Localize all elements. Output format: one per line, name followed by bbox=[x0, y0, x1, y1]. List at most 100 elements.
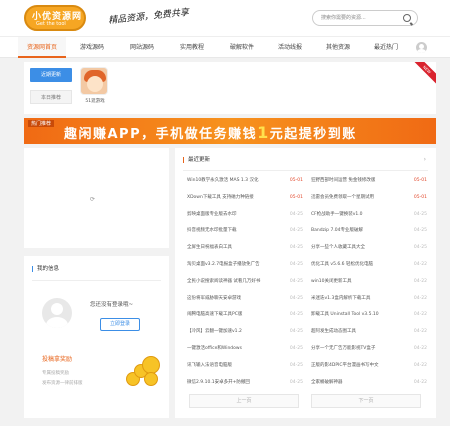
search-input[interactable]: 搜索你需要的资源... bbox=[312, 10, 418, 26]
app-label[interactable]: 51逛游戏 bbox=[80, 98, 110, 104]
item-title[interactable]: 狂野西部时间运营 免金钱修改版 bbox=[311, 176, 403, 185]
reward-line-2: 发布资源一律前排版 bbox=[42, 381, 83, 386]
list-item[interactable]: 卸载工具 Uninstall Tool v3.5.10 04-22 bbox=[311, 310, 429, 319]
reward-line-1: 专属投稿奖励 bbox=[42, 371, 69, 376]
item-title[interactable]: 【冷风】云翻一键加速v1.2 bbox=[187, 327, 279, 336]
nav-item-game-source[interactable]: 游戏源码 bbox=[68, 37, 116, 58]
list-item[interactable]: CF枪战助手一键换装v1.0 04-25 bbox=[311, 210, 429, 219]
item-title[interactable]: win10关闭更新工具 bbox=[311, 277, 403, 286]
nav-item-activities[interactable]: 活动线报 bbox=[266, 37, 314, 58]
list-item[interactable]: 正版的影4DPIC平台漫画书写中文 04-22 bbox=[311, 361, 429, 370]
list-item[interactable]: 微信2.9.10.1安卓多开+防撤回 04-25 bbox=[187, 378, 305, 387]
banner-text-a: 趣闲赚APP，手机做任务赚钱 bbox=[64, 127, 258, 142]
list-item[interactable]: 优化工具 v5.6.6 轻松优化电脑 04-22 bbox=[311, 260, 429, 269]
list-item[interactable]: 分享一个无广告万能影视TV盒子 04-22 bbox=[311, 344, 429, 353]
recent-updates-button[interactable]: 近期更新 bbox=[30, 68, 72, 82]
item-title[interactable]: 闹腾电脑高速下载工具PC版 bbox=[187, 310, 279, 319]
list-item[interactable]: 全屏生日祝福表白工具 04-25 bbox=[187, 243, 305, 252]
search-icon[interactable] bbox=[403, 14, 411, 22]
main-nav: 资源网首页 游戏源码 网站源码 实用教程 破解软件 活动线报 其他资源 最近热门 bbox=[0, 36, 450, 58]
item-title[interactable]: XDown下载工具 支持磁力种链接 bbox=[187, 193, 279, 202]
item-title[interactable]: 微信2.9.10.1安卓多开+防撤回 bbox=[187, 378, 279, 387]
item-title[interactable]: 剪映桌面版专业版去水印 bbox=[187, 210, 279, 219]
user-icon[interactable] bbox=[416, 42, 427, 53]
item-title[interactable]: 一键激活office和Windows bbox=[187, 344, 279, 353]
nav-item-site-source[interactable]: 网站源码 bbox=[118, 37, 166, 58]
item-date: 04-25 bbox=[289, 211, 303, 217]
app-thumbnail[interactable] bbox=[80, 67, 108, 95]
list-item[interactable]: 一键激活office和Windows 04-25 bbox=[187, 344, 305, 353]
item-title[interactable]: 抖音视频无水印批量下载 bbox=[187, 226, 279, 235]
item-date: 04-25 bbox=[289, 362, 303, 368]
item-date: 04-25 bbox=[289, 329, 303, 335]
list-item[interactable]: XDown下载工具 支持磁力种链接 05-01 bbox=[187, 193, 305, 202]
coins-icon bbox=[122, 350, 162, 390]
list-item[interactable]: win10关闭更新工具 04-22 bbox=[311, 277, 429, 286]
item-title[interactable]: 全民小说搜索阅读神器 试看几万好书 bbox=[187, 277, 279, 286]
list-item[interactable]: 【冷风】云翻一键加速v1.2 04-25 bbox=[187, 327, 305, 336]
item-date: 04-22 bbox=[413, 346, 427, 351]
more-arrow-icon[interactable]: › bbox=[424, 156, 426, 163]
loading-spinner-icon: ⟳ bbox=[90, 196, 96, 203]
prev-page-button[interactable]: 上一页 bbox=[189, 394, 299, 408]
list-item[interactable]: 超阿发生成动态图工具 04-22 bbox=[311, 327, 429, 336]
item-title[interactable]: 分享一些个人收藏工具大全 bbox=[311, 243, 403, 252]
item-date: 05-01 bbox=[289, 178, 303, 183]
list-item[interactable]: Bandzip 7.04专业版破解 04-25 bbox=[311, 226, 429, 235]
nav-item-other[interactable]: 其他资源 bbox=[314, 37, 362, 58]
item-title[interactable]: 全屏生日祝福表白工具 bbox=[187, 243, 279, 252]
item-title[interactable]: Bandzip 7.04专业版破解 bbox=[311, 226, 403, 235]
list-item[interactable]: 狂野西部时间运营 免金钱修改版 05-01 bbox=[311, 176, 429, 185]
list-item[interactable]: 米迷迭v1.3盒内解析下载工具 04-22 bbox=[311, 294, 429, 303]
item-title[interactable]: 超阿发生成动态图工具 bbox=[311, 327, 403, 336]
item-title[interactable]: 米迷迭v1.3盒内解析下载工具 bbox=[311, 294, 403, 303]
daily-picks-button[interactable]: 本日推荐 bbox=[30, 90, 72, 104]
list-item[interactable]: 全家桶破解神器 04-22 bbox=[311, 378, 429, 387]
promo-banner[interactable]: 热门推荐 趣闲赚APP，手机做任务赚钱1元起提秒到账 bbox=[24, 118, 436, 144]
banner-highlight: 1 bbox=[257, 123, 270, 142]
item-title[interactable]: 正版的影4DPIC平台漫画书写中文 bbox=[311, 361, 403, 370]
item-title[interactable]: 迅雷会员免费领取一个星期试用 bbox=[311, 193, 403, 202]
item-title[interactable]: CF枪战助手一键换装v1.0 bbox=[311, 210, 403, 219]
reward-title[interactable]: 投稿拿奖励 bbox=[42, 354, 72, 363]
list-title: 最近更新 bbox=[183, 157, 210, 163]
site-logo[interactable]: 小优资源网 Get the tool bbox=[24, 5, 86, 31]
list-item[interactable]: 这份将军威胁聊天安卓游戏 04-25 bbox=[187, 294, 305, 303]
item-date: 04-25 bbox=[413, 228, 427, 234]
nav-item-hot[interactable]: 最近热门 bbox=[362, 37, 410, 58]
thumb-face bbox=[87, 76, 103, 92]
login-prompt: 您还没有登录哦~ bbox=[90, 302, 134, 308]
item-title[interactable]: 优化工具 v5.6.6 轻松优化电脑 bbox=[311, 260, 403, 269]
item-date: 04-22 bbox=[413, 312, 427, 318]
list-item[interactable]: 迅雷会员免费领取一个星期试用 05-01 bbox=[311, 193, 429, 202]
new-ribbon: NEW bbox=[414, 62, 436, 84]
list-item[interactable]: 剪映桌面版专业版去水印 04-25 bbox=[187, 210, 305, 219]
item-date: 04-25 bbox=[289, 278, 303, 284]
banner-text-b: 元起提秒到账 bbox=[269, 127, 357, 142]
nav-item-home[interactable]: 资源网首页 bbox=[18, 37, 66, 58]
list-item[interactable]: 淘贝桌面v3.2.7电报盒子播放免广告 04-25 bbox=[187, 260, 305, 269]
divider bbox=[183, 170, 428, 171]
item-title[interactable]: 分享一个无广告万能影视TV盒子 bbox=[311, 344, 403, 353]
list-item[interactable]: 分享一些个人收藏工具大全 04-25 bbox=[311, 243, 429, 252]
item-title[interactable]: 这份将军威胁聊天安卓游戏 bbox=[187, 294, 279, 303]
divider bbox=[32, 280, 161, 281]
list-item[interactable]: Win10教学永久激活 MAS 1.3 汉化 05-01 bbox=[187, 176, 305, 185]
item-title[interactable]: Win10教学永久激活 MAS 1.3 汉化 bbox=[187, 176, 279, 185]
list-item[interactable]: 讯飞输入法语音电脑版 04-25 bbox=[187, 361, 305, 370]
login-button[interactable]: 立即登录 bbox=[100, 318, 140, 331]
list-item[interactable]: 闹腾电脑高速下载工具PC版 04-25 bbox=[187, 310, 305, 319]
list-item[interactable]: 抖音视频无水印批量下载 04-25 bbox=[187, 226, 305, 235]
item-title[interactable]: 淘贝桌面v3.2.7电报盒子播放免广告 bbox=[187, 260, 279, 269]
nav-item-tutorials[interactable]: 实用教程 bbox=[168, 37, 216, 58]
user-info-card: 我的信息 您还没有登录哦~ 立即登录 投稿拿奖励 专属投稿奖励 发布资源一律前排… bbox=[24, 256, 169, 418]
item-date: 04-25 bbox=[289, 379, 303, 385]
banner-tag: 热门推荐 bbox=[28, 120, 55, 127]
list-item[interactable]: 全民小说搜索阅读神器 试看几万好书 04-25 bbox=[187, 277, 305, 286]
next-page-button[interactable]: 下一页 bbox=[311, 394, 421, 408]
item-date: 05-01 bbox=[413, 194, 427, 200]
item-title[interactable]: 讯飞输入法语音电脑版 bbox=[187, 361, 279, 370]
item-title[interactable]: 卸载工具 Uninstall Tool v3.5.10 bbox=[311, 310, 403, 319]
nav-item-software[interactable]: 破解软件 bbox=[218, 37, 266, 58]
item-title[interactable]: 全家桶破解神器 bbox=[311, 378, 403, 387]
